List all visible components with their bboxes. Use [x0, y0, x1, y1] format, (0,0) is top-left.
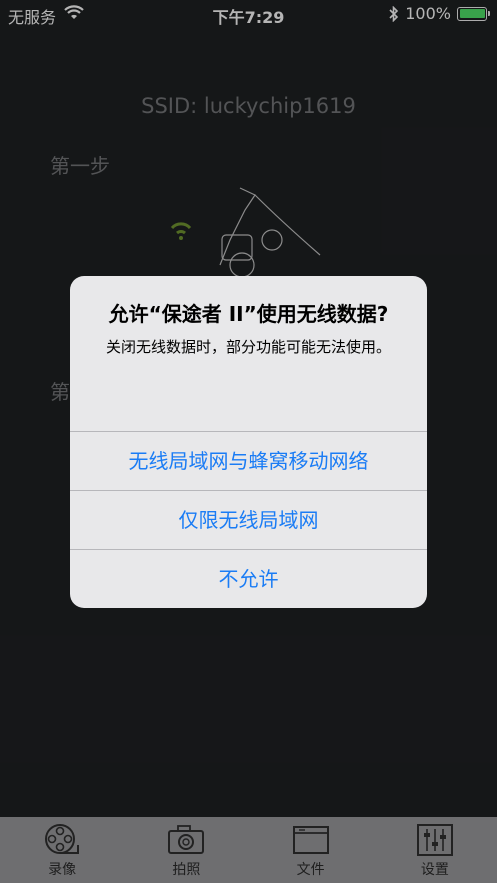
tab-files-label: 文件	[296, 862, 325, 878]
tab-photo[interactable]: 拍照	[124, 817, 248, 883]
camera-icon	[168, 825, 205, 854]
permission-alert: 允许“保途者 II”使用无线数据? 关闭无线数据时，部分功能可能无法使用。 无线…	[70, 276, 427, 608]
folder-icon	[292, 826, 329, 854]
alert-header: 允许“保途者 II”使用无线数据? 关闭无线数据时，部分功能可能无法使用。	[70, 276, 427, 431]
tab-bar: 录像 拍照 文件 设置	[0, 817, 497, 883]
tab-settings-label: 设置	[420, 862, 449, 878]
allow-wlan-cellular-button[interactable]: 无线局域网与蜂窝移动网络	[70, 431, 427, 490]
allow-wlan-only-button[interactable]: 仅限无线局域网	[70, 490, 427, 549]
tab-files[interactable]: 文件	[249, 817, 373, 883]
dont-allow-button[interactable]: 不允许	[70, 549, 427, 608]
tab-record-label: 录像	[48, 862, 77, 878]
tab-settings[interactable]: 设置	[373, 817, 497, 883]
tab-photo-label: 拍照	[172, 862, 201, 878]
tab-record[interactable]: 录像	[0, 817, 124, 883]
alert-message: 关闭无线数据时，部分功能可能无法使用。	[105, 338, 391, 356]
sliders-icon	[416, 824, 453, 856]
film-reel-icon	[45, 824, 80, 854]
alert-title: 允许“保途者 II”使用无线数据?	[108, 302, 389, 326]
